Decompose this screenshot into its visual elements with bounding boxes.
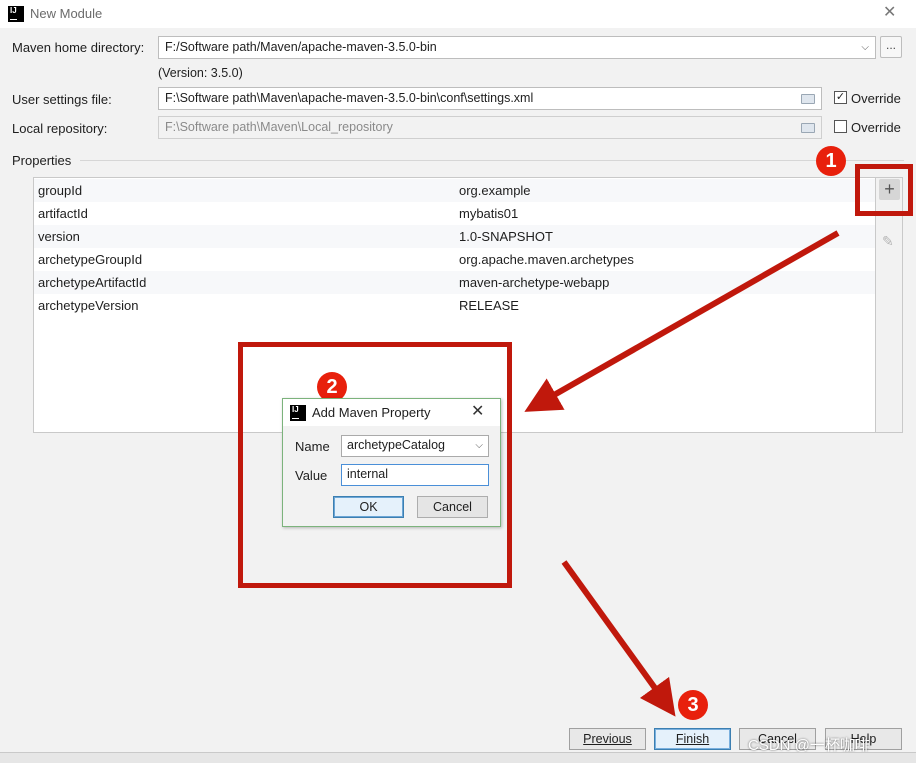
close-icon[interactable]: ✕ bbox=[471, 404, 484, 420]
background-ide-strip bbox=[0, 752, 916, 763]
cancel-button[interactable]: Cancel bbox=[417, 496, 488, 518]
previous-button[interactable]: Previous bbox=[569, 728, 646, 750]
ok-button[interactable]: OK bbox=[333, 496, 404, 518]
step-badge-3: 3 bbox=[678, 690, 708, 720]
name-value: archetypeCatalog bbox=[347, 438, 445, 452]
finish-label: Finish bbox=[675, 732, 710, 746]
value-input[interactable]: internal bbox=[341, 464, 489, 486]
add-maven-property-dialog: IJ Add Maven Property ✕ Name archetypeCa… bbox=[282, 398, 501, 527]
finish-button[interactable]: Finish bbox=[654, 728, 731, 750]
value-label: Value bbox=[295, 468, 328, 483]
name-label: Name bbox=[295, 439, 330, 454]
annotation-arrows bbox=[524, 230, 840, 717]
dialog-title: Add Maven Property bbox=[312, 405, 431, 420]
previous-label: Previous bbox=[583, 732, 632, 746]
chevron-down-icon[interactable]: ⌵ bbox=[475, 440, 483, 451]
intellij-logo-icon: IJ bbox=[290, 405, 306, 421]
name-combo[interactable]: archetypeCatalog ⌵ bbox=[341, 435, 489, 457]
arrow-to-dialog bbox=[524, 230, 840, 412]
arrow-to-finish bbox=[561, 560, 676, 717]
